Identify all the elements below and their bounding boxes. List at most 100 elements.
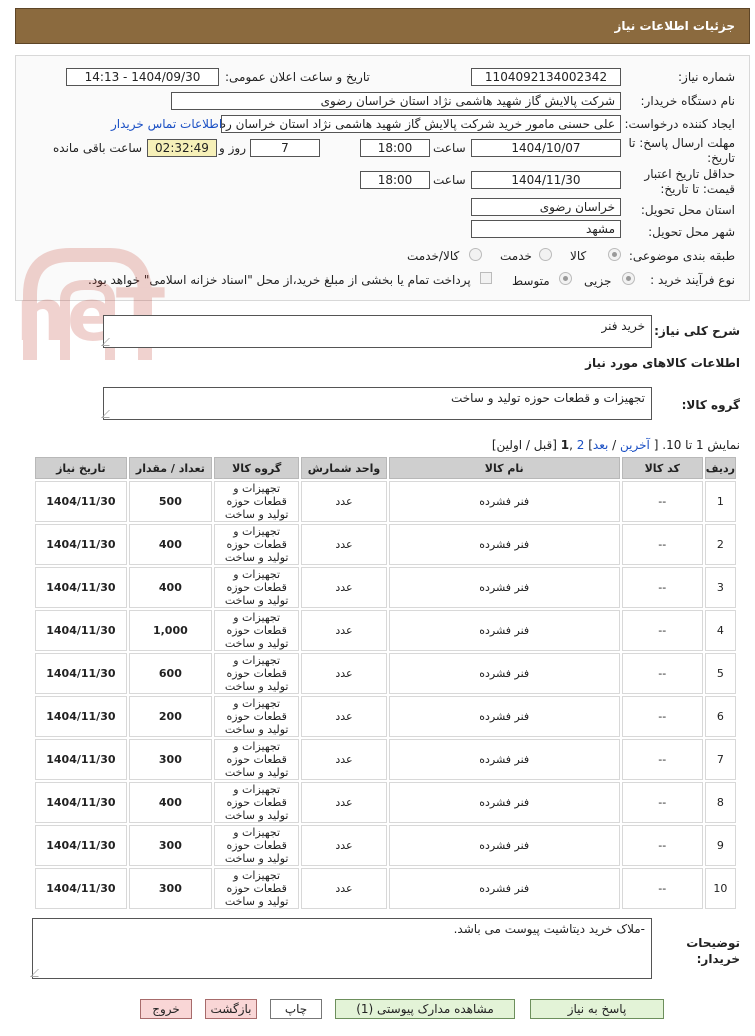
time-remaining-field: 02:32:49: [147, 139, 217, 157]
cell-need-date: 1404/11/30: [35, 825, 127, 866]
category-radio-goods[interactable]: [608, 248, 621, 261]
creator-field: علی حسنی مامور خرید شرکت پالایش گاز شهید…: [221, 115, 621, 133]
deadline-date-field: 1404/10/07: [471, 139, 621, 157]
process-type-label: نوع فرآیند خرید :: [650, 273, 735, 287]
validity-date-field: 1404/11/30: [471, 171, 621, 189]
cell-need-date: 1404/11/30: [35, 868, 127, 909]
cell-unit: عدد: [301, 610, 387, 651]
deadline-time-label: ساعت: [433, 141, 466, 155]
resize-grip-icon[interactable]: [101, 410, 117, 418]
cell-quantity: 400: [128, 524, 213, 565]
cell-item-group: تجهیزات و قطعات حوزه تولید و ساخت: [214, 739, 300, 780]
cell-need-date: 1404/11/30: [35, 567, 127, 608]
days-remaining-field: 7: [250, 139, 320, 157]
cell-item-code: --: [621, 825, 703, 866]
cell-unit: عدد: [301, 567, 387, 608]
table-row: 2 -- فنر فشرده عدد تجهیزات و قطعات حوزه تولی…: [35, 524, 736, 565]
cell-unit: عدد: [301, 825, 387, 866]
province-field: خراسان رضوی: [471, 198, 621, 216]
print-button[interactable]: چاپ: [270, 999, 322, 1019]
goods-group-value: تجهیزات و قطعات حوزه تولید و ساخت: [450, 391, 645, 405]
cell-item-name: فنر فشرده: [388, 567, 620, 608]
need-number-field: 1104092134002342: [471, 68, 621, 86]
back-button[interactable]: بازگشت: [205, 999, 257, 1019]
cell-item-group: تجهیزات و قطعات حوزه تولید و ساخت: [214, 481, 300, 522]
category-radio-service[interactable]: [539, 248, 552, 261]
cell-item-name: فنر فشرده: [388, 825, 620, 866]
cell-item-group: تجهیزات و قطعات حوزه تولید و ساخت: [214, 524, 300, 565]
cell-row-number: 3: [704, 567, 736, 608]
validity-time-field: 18:00: [360, 171, 430, 189]
cell-quantity: 300: [128, 825, 213, 866]
cell-unit: عدد: [301, 653, 387, 694]
summary-label: شرح کلی نیاز:: [654, 324, 740, 338]
cell-item-group: تجهیزات و قطعات حوزه تولید و ساخت: [214, 610, 300, 651]
process-radio-medium[interactable]: [559, 272, 572, 285]
resize-grip-icon[interactable]: [30, 969, 46, 977]
cell-need-date: 1404/11/30: [35, 739, 127, 780]
category-option-goods-service: کالا/خدمت: [407, 249, 460, 263]
resize-grip-icon[interactable]: [101, 338, 117, 346]
col-header-item-group: گروه کالا: [214, 457, 300, 479]
pagination-next-link[interactable]: بعد: [593, 438, 608, 452]
city-label: شهر محل تحویل:: [648, 225, 735, 239]
buyer-org-field: شرکت پالایش گاز شهید هاشمی نژاد استان خر…: [171, 92, 621, 110]
table-row: 4 -- فنر فشرده عدد تجهیزات و قطعات حوزه تولی…: [35, 610, 736, 651]
goods-group-label: گروه کالا:: [681, 398, 740, 412]
cell-unit: عدد: [301, 868, 387, 909]
summary-textarea[interactable]: خرید فنر: [101, 315, 652, 348]
cell-item-name: فنر فشرده: [388, 782, 620, 823]
buyer-notes-label-line2: خریدار:: [696, 952, 740, 966]
view-attachments-button[interactable]: مشاهده مدارک پیوستی (1): [335, 999, 515, 1019]
cell-item-code: --: [621, 610, 703, 651]
cell-item-name: فنر فشرده: [388, 868, 620, 909]
cell-quantity: 400: [128, 567, 213, 608]
buyer-contact-link[interactable]: اطلاعات تماس خریدار: [111, 117, 222, 131]
table-row: 10 -- فنر فشرده عدد تجهیزات و قطعات حوزه تول…: [35, 868, 736, 909]
cell-quantity: 300: [128, 868, 213, 909]
cell-row-number: 1: [704, 481, 736, 522]
category-radio-goods-service[interactable]: [469, 248, 482, 261]
announce-datetime-label: تاریخ و ساعت اعلان عمومی:: [225, 70, 370, 84]
need-number-label: شماره نیاز:: [678, 70, 735, 84]
cell-row-number: 10: [704, 868, 736, 909]
pagination: نمایش 1 تا 10. [ آخرین / بعد] 2 ,1 [قبل …: [492, 438, 740, 452]
treasury-checkbox[interactable]: [480, 272, 492, 284]
creator-label: ایجاد کننده درخواست:: [624, 117, 735, 131]
col-header-row-number: ردیف: [704, 457, 736, 479]
cell-row-number: 7: [704, 739, 736, 780]
table-row: 6 -- فنر فشرده عدد تجهیزات و قطعات حوزه تولی…: [35, 696, 736, 737]
city-field: مشهد: [471, 220, 621, 238]
col-header-quantity: تعداد / مقدار: [128, 457, 213, 479]
cell-item-code: --: [621, 653, 703, 694]
table-row: 8 -- فنر فشرده عدد تجهیزات و قطعات حوزه تولی…: [35, 782, 736, 823]
pagination-last-link[interactable]: آخرین: [620, 438, 650, 452]
cell-need-date: 1404/11/30: [35, 653, 127, 694]
pagination-page-2[interactable]: 2: [577, 438, 585, 452]
col-header-item-name: نام کالا: [388, 457, 620, 479]
cell-need-date: 1404/11/30: [35, 782, 127, 823]
cell-need-date: 1404/11/30: [35, 610, 127, 651]
cell-item-group: تجهیزات و قطعات حوزه تولید و ساخت: [214, 825, 300, 866]
announce-datetime-field: 1404/09/30 - 14:13: [66, 68, 219, 86]
cell-item-name: فنر فشرده: [388, 610, 620, 651]
process-radio-minor[interactable]: [622, 272, 635, 285]
cell-row-number: 5: [704, 653, 736, 694]
page-title: جزئیات اطلاعات نیاز: [614, 19, 735, 33]
col-header-need-date: تاریخ نیاز: [35, 457, 127, 479]
cell-need-date: 1404/11/30: [35, 524, 127, 565]
cell-item-group: تجهیزات و قطعات حوزه تولید و ساخت: [214, 567, 300, 608]
reply-to-need-button[interactable]: پاسخ به نیاز: [530, 999, 664, 1019]
cell-item-code: --: [621, 868, 703, 909]
cell-unit: عدد: [301, 524, 387, 565]
cell-unit: عدد: [301, 782, 387, 823]
cell-quantity: 1,000: [128, 610, 213, 651]
cell-item-code: --: [621, 567, 703, 608]
goods-group-textarea[interactable]: تجهیزات و قطعات حوزه تولید و ساخت: [101, 387, 652, 420]
exit-button[interactable]: خروج: [140, 999, 192, 1019]
buyer-notes-value: -ملاک خرید دیتاشیت پیوست می باشد.: [453, 922, 645, 936]
buyer-notes-textarea[interactable]: -ملاک خرید دیتاشیت پیوست می باشد.: [30, 918, 652, 979]
cell-item-code: --: [621, 782, 703, 823]
cell-item-group: تجهیزات و قطعات حوزه تولید و ساخت: [214, 696, 300, 737]
validity-label: حداقل تاریخ اعتبار قیمت: تا تاریخ:: [644, 167, 735, 196]
